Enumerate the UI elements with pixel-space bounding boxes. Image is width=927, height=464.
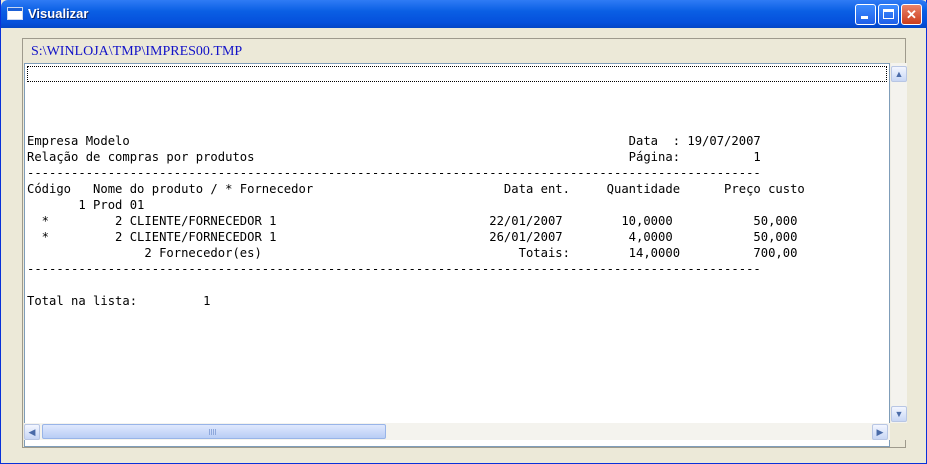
scroll-right-button[interactable]: ▶ <box>872 424 888 440</box>
window-title: Visualizar <box>28 6 89 21</box>
maximize-icon <box>883 9 894 19</box>
report-line: Total na lista: 1 <box>27 294 211 308</box>
horizontal-scrollbar[interactable]: ◀ ▶ <box>24 423 890 440</box>
maximize-button[interactable] <box>878 4 899 25</box>
scroll-up-button[interactable]: ▲ <box>891 66 907 82</box>
window-icon <box>7 7 23 20</box>
report-line: ----------------------------------------… <box>27 166 761 180</box>
report-line: ----------------------------------------… <box>27 262 761 276</box>
close-button[interactable]: ✕ <box>901 4 922 25</box>
close-icon: ✕ <box>906 7 917 22</box>
vertical-scrollbar[interactable]: ▲ ▼ <box>890 63 907 423</box>
report-line: * 2 CLIENTE/FORNECEDOR 1 26/01/2007 4,00… <box>27 230 798 244</box>
report-line: 2 Fornecedor(es) Totais: 14,0000 700,00 <box>27 246 798 260</box>
left-arrow-icon: ◀ <box>28 427 36 437</box>
report-line: Código Nome do produto / * Fornecedor Da… <box>27 182 805 196</box>
grip-icon <box>209 429 217 435</box>
horizontal-scroll-thumb[interactable] <box>42 424 386 439</box>
preview-panel: S:\WINLOJA\TMP\IMPRES00.TMP Empresa Mode… <box>22 38 907 448</box>
report-line: Relação de compras por produtos Página: … <box>27 150 761 164</box>
selection-line <box>27 66 887 82</box>
report-line: 1 Prod 01 <box>27 198 145 212</box>
right-arrow-icon: ▶ <box>876 427 884 437</box>
report-text: Empresa Modelo Data : 19/07/2007 Relação… <box>27 101 805 309</box>
report-line: Empresa Modelo Data : 19/07/2007 <box>27 134 761 148</box>
file-path-label: S:\WINLOJA\TMP\IMPRES00.TMP <box>31 44 243 59</box>
visualizar-window: Visualizar ✕ S:\WINLOJA\TMP\IMPRES00.TMP… <box>0 0 927 464</box>
down-arrow-icon: ▼ <box>894 409 904 419</box>
scroll-down-button[interactable]: ▼ <box>891 406 907 422</box>
minimize-button[interactable] <box>855 4 876 25</box>
title-bar[interactable]: Visualizar ✕ <box>1 0 927 28</box>
minimize-icon <box>861 16 868 19</box>
scroll-left-button[interactable]: ◀ <box>24 424 40 440</box>
report-line: * 2 CLIENTE/FORNECEDOR 1 22/01/2007 10,0… <box>27 214 798 228</box>
scroll-corner <box>890 423 907 440</box>
up-arrow-icon: ▲ <box>894 69 904 79</box>
report-view[interactable]: Empresa Modelo Data : 19/07/2007 Relação… <box>24 63 890 447</box>
